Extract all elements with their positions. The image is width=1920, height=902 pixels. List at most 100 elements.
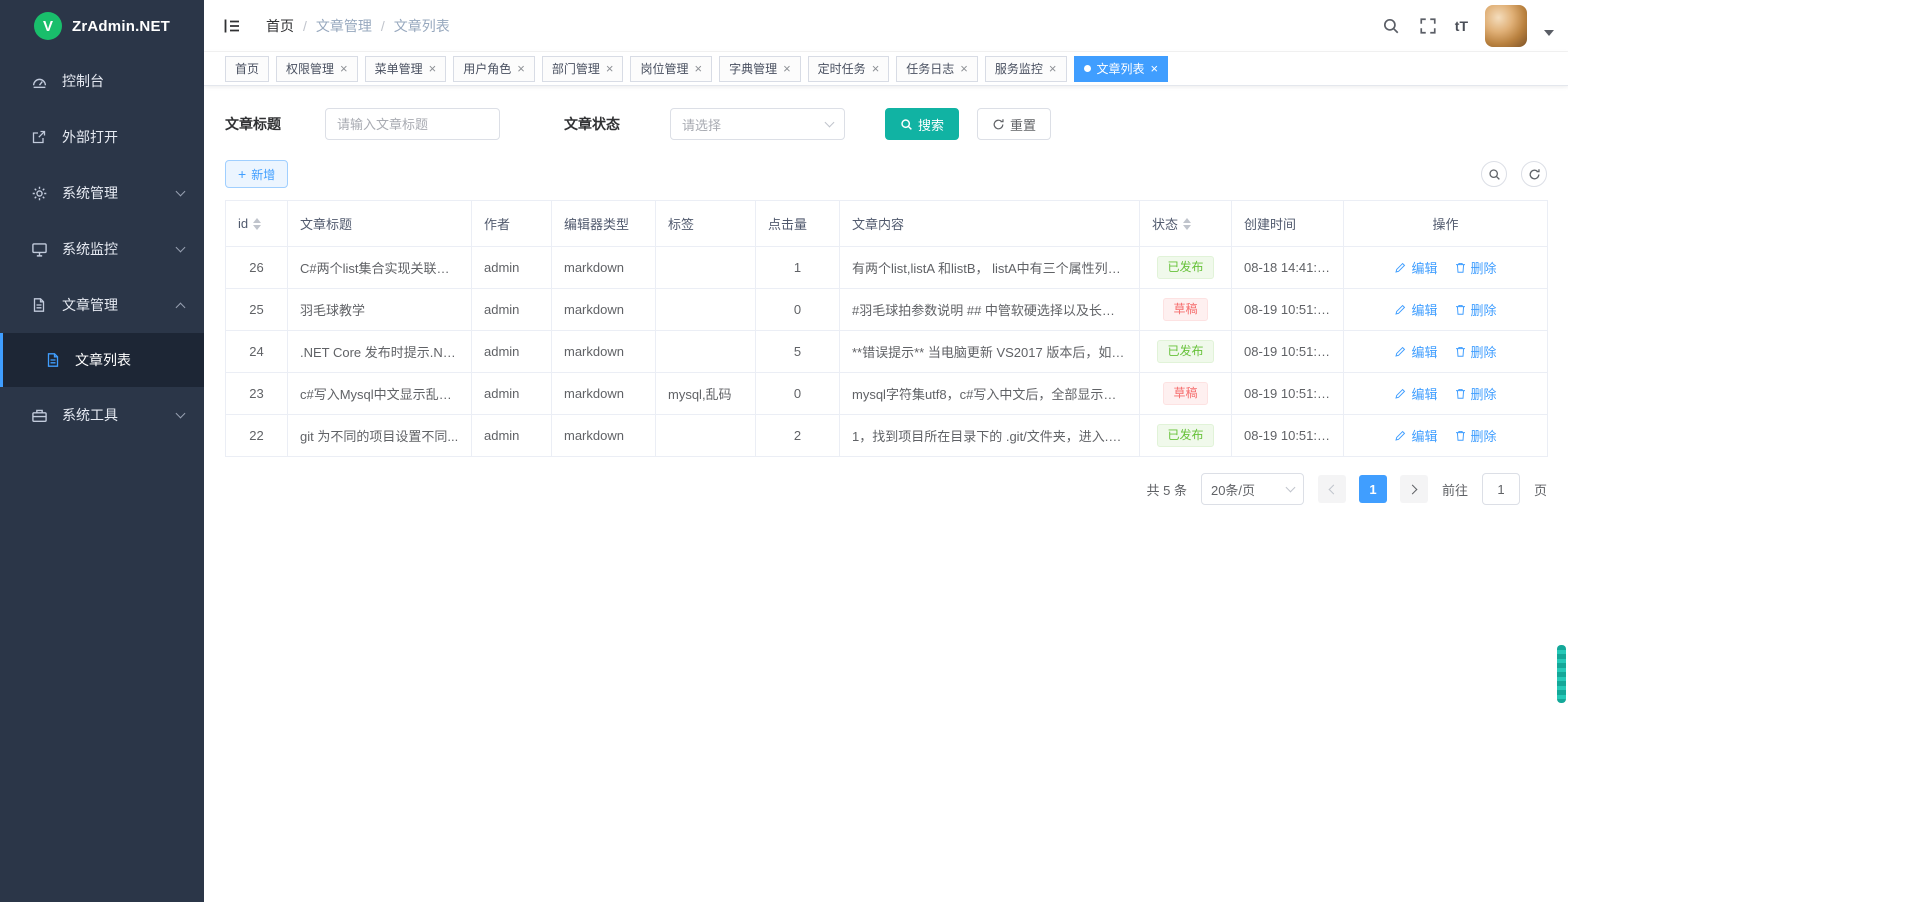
breadcrumb: 首页 / 文章管理 / 文章列表 xyxy=(266,16,450,36)
document-icon xyxy=(30,296,48,314)
monitor-icon xyxy=(30,240,48,258)
prev-page-button[interactable] xyxy=(1318,475,1346,503)
close-icon[interactable]: × xyxy=(872,62,880,75)
breadcrumb-item-article-admin[interactable]: 文章管理 xyxy=(316,16,372,36)
delete-button[interactable]: 删除 xyxy=(1454,300,1497,319)
search-icon[interactable] xyxy=(1381,16,1401,36)
search-button-label: 搜索 xyxy=(918,115,944,134)
sidebar-item-label: 系统监控 xyxy=(62,239,163,259)
cell-tags xyxy=(656,415,756,457)
refresh-button[interactable] xyxy=(1521,161,1547,187)
edit-button[interactable]: 编辑 xyxy=(1394,300,1437,319)
tab-article-list[interactable]: 文章列表 × xyxy=(1074,56,1169,82)
table-row: 25 羽毛球教学 admin markdown 0 #羽毛球拍参数说明 ## 中… xyxy=(226,289,1548,331)
edit-button[interactable]: 编辑 xyxy=(1394,384,1437,403)
sidebar-item-label: 文章管理 xyxy=(62,295,163,315)
toggle-search-button[interactable] xyxy=(1481,161,1507,187)
sidebar-item-system-monitor[interactable]: 系统监控 xyxy=(0,221,204,277)
delete-button[interactable]: 删除 xyxy=(1454,258,1497,277)
delete-button[interactable]: 删除 xyxy=(1454,384,1497,403)
scrollbar-thumb[interactable] xyxy=(1557,645,1566,703)
user-avatar[interactable] xyxy=(1485,5,1527,47)
tab-label: 菜单管理 xyxy=(375,60,423,77)
close-icon[interactable]: × xyxy=(1151,62,1159,75)
article-title-input[interactable] xyxy=(325,108,500,140)
cell-editor: markdown xyxy=(552,247,656,289)
cell-tags xyxy=(656,331,756,373)
cell-status: 已发布 xyxy=(1140,415,1232,457)
close-icon[interactable]: × xyxy=(694,62,702,75)
cell-content: 有两个list,listA 和listB， listA中有三个属性列为St... xyxy=(840,247,1140,289)
edit-label: 编辑 xyxy=(1411,342,1437,361)
sidebar-item-external-open[interactable]: 外部打开 xyxy=(0,109,204,165)
close-icon[interactable]: × xyxy=(783,62,791,75)
delete-button[interactable]: 删除 xyxy=(1454,426,1497,445)
status-badge: 已发布 xyxy=(1157,340,1213,364)
edit-button[interactable]: 编辑 xyxy=(1394,426,1437,445)
sidebar-item-system-tools[interactable]: 系统工具 xyxy=(0,387,204,443)
tab-task-log[interactable]: 任务日志 × xyxy=(896,56,978,82)
close-icon[interactable]: × xyxy=(429,62,437,75)
font-size-icon[interactable]: tT xyxy=(1455,18,1468,34)
tab-scheduled-task[interactable]: 定时任务 × xyxy=(808,56,890,82)
fullscreen-icon[interactable] xyxy=(1418,16,1438,36)
delete-button[interactable]: 删除 xyxy=(1454,342,1497,361)
cell-title: c#写入Mysql中文显示乱码 ... xyxy=(288,373,472,415)
cell-title: 羽毛球教学 xyxy=(288,289,472,331)
column-header-title: 文章标题 xyxy=(288,201,472,247)
column-header-id[interactable]: id xyxy=(226,201,288,247)
column-header-tags: 标签 xyxy=(656,201,756,247)
close-icon[interactable]: × xyxy=(960,62,968,75)
page-size-select[interactable]: 20条/页 xyxy=(1201,473,1304,505)
tab-home[interactable]: 首页 xyxy=(225,56,269,82)
app-logo[interactable]: V ZrAdmin.NET xyxy=(0,0,204,52)
add-button[interactable]: + 新增 xyxy=(225,160,288,188)
chevron-up-icon xyxy=(176,302,186,312)
app-title: ZrAdmin.NET xyxy=(72,18,170,35)
edit-label: 编辑 xyxy=(1411,384,1437,403)
edit-button[interactable]: 编辑 xyxy=(1394,258,1437,277)
tab-department-admin[interactable]: 部门管理 × xyxy=(542,56,624,82)
cell-created: 08-19 10:51:25 xyxy=(1232,373,1344,415)
chevron-down-icon[interactable] xyxy=(1544,30,1554,36)
cell-actions: 编辑 删除 xyxy=(1344,415,1548,457)
sidebar-item-system-admin[interactable]: 系统管理 xyxy=(0,165,204,221)
table-row: 24 .NET Core 发布时提示.NET... admin markdown… xyxy=(226,331,1548,373)
sidebar-item-label: 文章列表 xyxy=(75,350,204,370)
close-icon[interactable]: × xyxy=(517,62,525,75)
articles-table: id 文章标题 作者 编辑器类型 标签 点击量 文章内容 状态 xyxy=(225,200,1548,457)
tab-permission-admin[interactable]: 权限管理 × xyxy=(276,56,358,82)
search-button[interactable]: 搜索 xyxy=(885,108,959,140)
status-badge: 已发布 xyxy=(1157,256,1213,280)
article-status-select[interactable]: 请选择 xyxy=(670,108,845,140)
cell-author: admin xyxy=(472,373,552,415)
goto-page-input[interactable] xyxy=(1482,473,1520,505)
next-page-button[interactable] xyxy=(1400,475,1428,503)
edit-button[interactable]: 编辑 xyxy=(1394,342,1437,361)
column-header-status[interactable]: 状态 xyxy=(1140,201,1232,247)
close-icon[interactable]: × xyxy=(340,62,348,75)
tab-label: 文章列表 xyxy=(1097,60,1145,77)
reset-button[interactable]: 重置 xyxy=(977,108,1051,140)
tab-post-admin[interactable]: 岗位管理 × xyxy=(630,56,712,82)
page-number-button[interactable]: 1 xyxy=(1359,475,1387,503)
tab-menu-admin[interactable]: 菜单管理 × xyxy=(365,56,447,82)
plus-icon: + xyxy=(238,167,246,181)
total-count: 共 5 条 xyxy=(1147,480,1187,499)
breadcrumb-item-home[interactable]: 首页 xyxy=(266,16,294,36)
sort-icons[interactable] xyxy=(1183,218,1191,230)
sort-icons[interactable] xyxy=(253,218,261,230)
tab-service-monitor[interactable]: 服务监控 × xyxy=(985,56,1067,82)
sidebar-item-article-list[interactable]: 文章列表 xyxy=(0,333,204,387)
chevron-down-icon xyxy=(825,117,835,127)
cell-actions: 编辑 删除 xyxy=(1344,373,1548,415)
close-icon[interactable]: × xyxy=(1049,62,1057,75)
close-icon[interactable]: × xyxy=(606,62,614,75)
tab-user-role[interactable]: 用户角色 × xyxy=(453,56,535,82)
sidebar-item-dashboard[interactable]: 控制台 xyxy=(0,53,204,109)
cell-id: 25 xyxy=(226,289,288,331)
tab-label: 权限管理 xyxy=(286,60,334,77)
sidebar-fold-icon[interactable] xyxy=(222,15,244,37)
tab-dict-admin[interactable]: 字典管理 × xyxy=(719,56,801,82)
sidebar-item-article-admin[interactable]: 文章管理 xyxy=(0,277,204,333)
